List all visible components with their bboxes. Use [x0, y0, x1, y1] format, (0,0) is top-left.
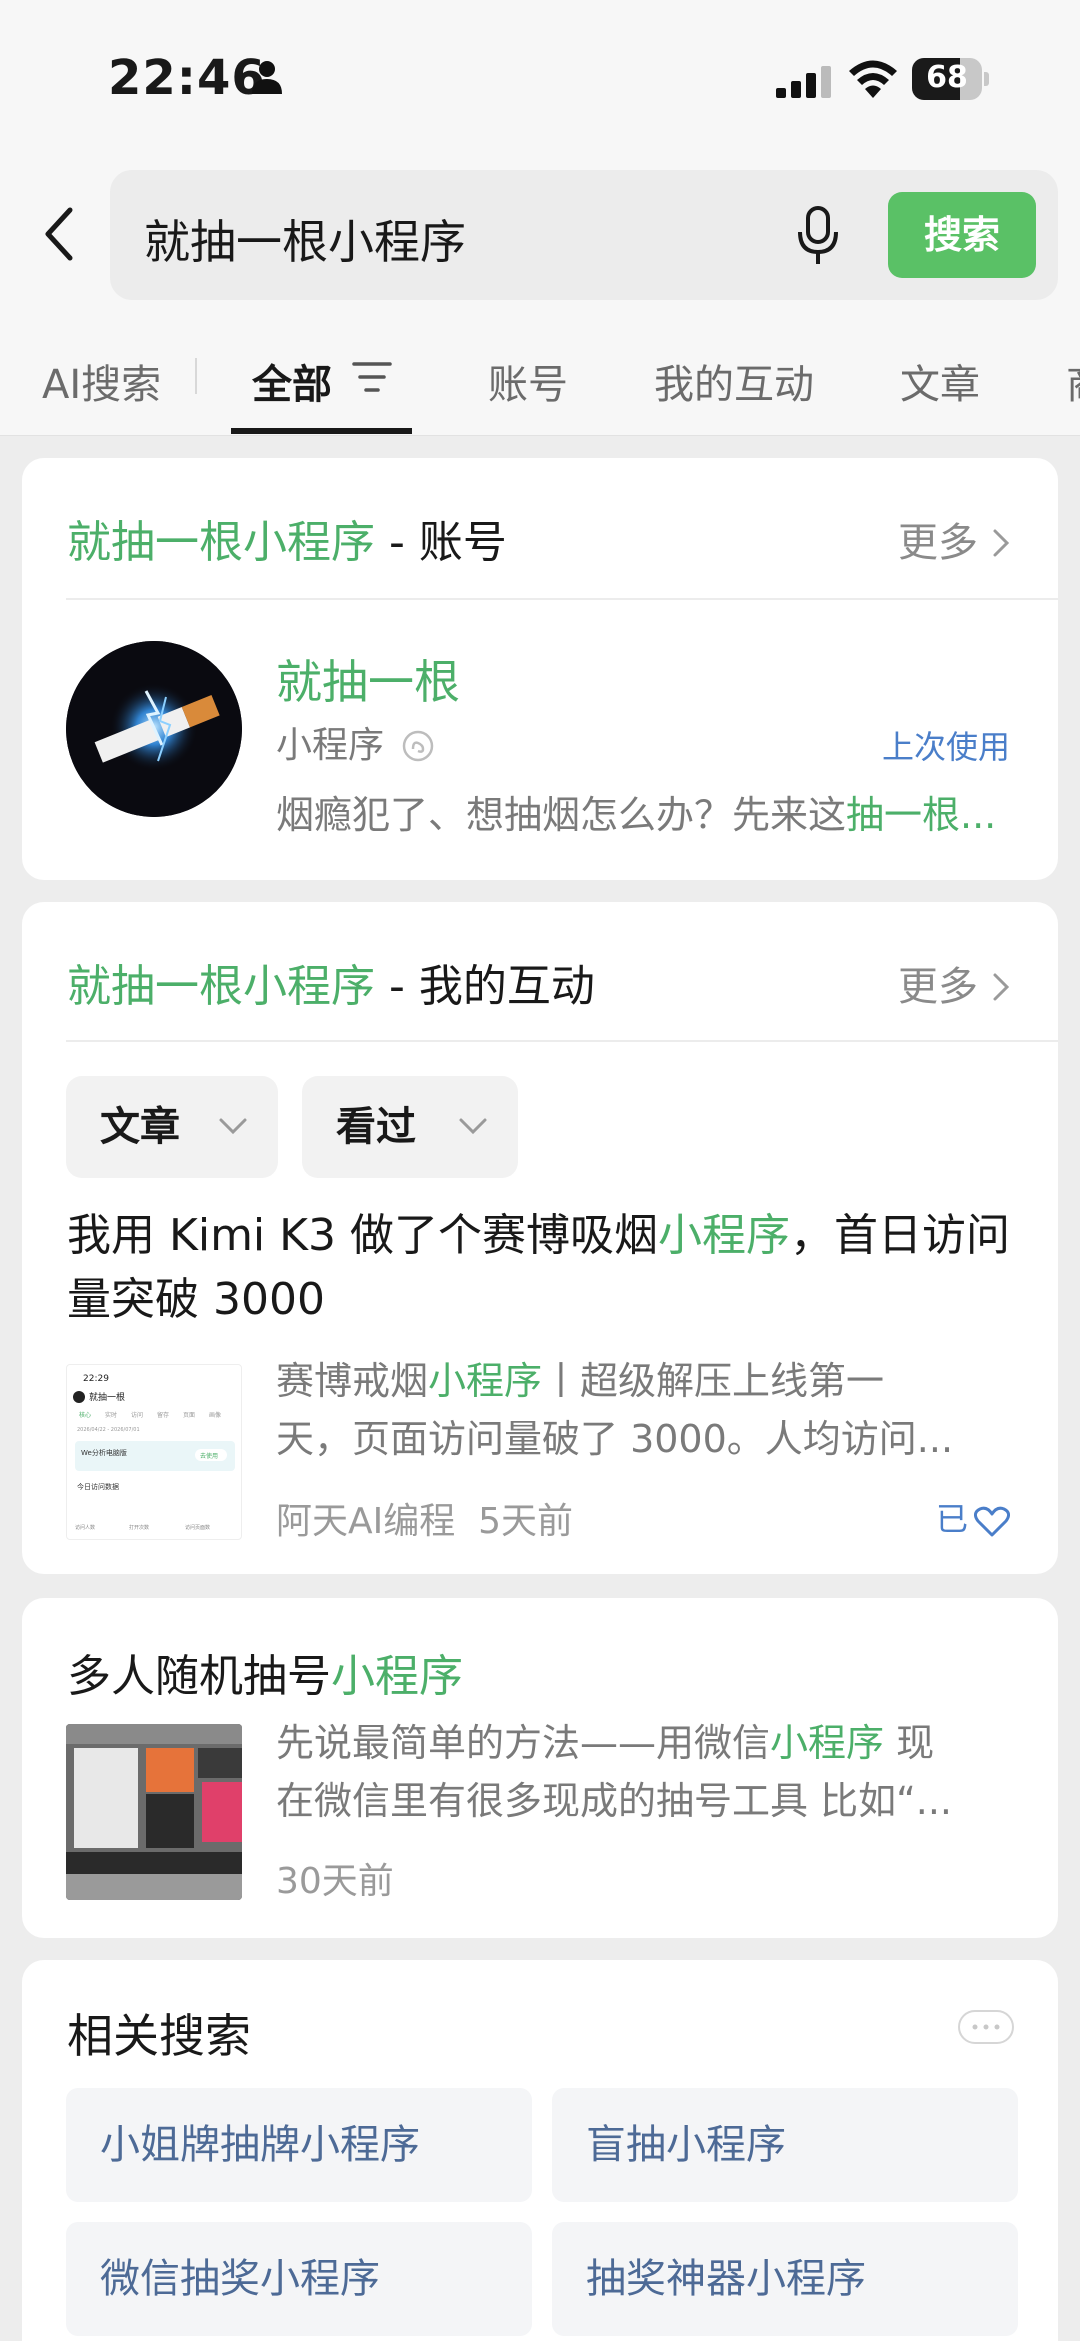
account-description: 烟瘾犯了、想抽烟怎么办？先来这抽一根...: [276, 793, 997, 837]
article-result-card[interactable]: 多人随机抽号小程序 先说最简单的方法——用微信小程序 现 在微信里有很多现成的抽…: [22, 1598, 1058, 1938]
filter-chip-viewed[interactable]: 看过: [302, 1076, 518, 1178]
more-link[interactable]: 更多: [898, 510, 1010, 568]
microphone-icon[interactable]: [796, 206, 840, 266]
chevron-down-icon: [219, 1118, 247, 1135]
article-source[interactable]: 阿天AI编程: [276, 1501, 455, 1542]
svg-text:访问人数: 访问人数: [75, 1524, 95, 1531]
article-time: 30天前: [276, 1861, 394, 1902]
status-time: 22:46: [108, 50, 266, 106]
search-input[interactable]: 就抽一根小程序 搜索: [110, 170, 1058, 300]
tab-accounts[interactable]: 账号: [488, 352, 568, 410]
section-title: 就抽一根小程序 - 账号: [67, 517, 507, 568]
search-query[interactable]: 就抽一根小程序: [144, 206, 466, 272]
svg-text:访问: 访问: [131, 1411, 143, 1419]
cellular-signal-icon: [776, 66, 831, 98]
tab-ai-search[interactable]: AI搜索: [42, 352, 161, 410]
tab-more-partial[interactable]: 商: [1066, 352, 1080, 410]
search-button[interactable]: 搜索: [888, 192, 1036, 278]
divider: [66, 1040, 1058, 1042]
person-icon: [252, 61, 282, 94]
article-meta: 阿天AI编程 5天前: [276, 1492, 573, 1544]
account-avatar[interactable]: [66, 641, 242, 817]
tab-all[interactable]: 全部: [252, 352, 332, 410]
back-arrow-icon[interactable]: [40, 204, 80, 264]
article-thumbnail[interactable]: [66, 1724, 242, 1900]
related-search-item[interactable]: 小姐牌抽牌小程序: [66, 2088, 532, 2202]
related-searches-title: 相关搜索: [67, 2009, 251, 2063]
filter-tabs: AI搜索 全部 账号 我的互动 文章 商: [0, 310, 1080, 436]
chevron-right-icon: [993, 973, 1010, 1001]
svg-text:画像: 画像: [209, 1411, 221, 1419]
section-title: 就抽一根小程序 - 我的互动: [67, 961, 595, 1012]
account-type: 小程序: [276, 716, 435, 768]
svg-text:2026/04/22 - 2026/07/01: 2026/04/22 - 2026/07/01: [77, 1427, 140, 1433]
svg-text:页面: 页面: [183, 1412, 195, 1419]
battery-indicator: 68: [912, 58, 990, 100]
svg-text:22:29: 22:29: [83, 1374, 109, 1384]
more-options-icon[interactable]: [958, 2010, 1014, 2044]
account-name[interactable]: 就抽一根: [276, 646, 460, 712]
related-search-item[interactable]: 盲抽小程序: [552, 2088, 1018, 2202]
svg-text:留存: 留存: [157, 1411, 169, 1419]
heart-icon: [973, 1506, 1011, 1537]
svg-text:今日访问数据: 今日访问数据: [77, 1482, 119, 1491]
mini-program-icon: [403, 730, 434, 762]
article-time: 5天前: [478, 1501, 574, 1542]
account-section-card: 就抽一根小程序 - 账号 更多 就抽一根 小程序 上次使用 烟瘾犯了、想抽烟怎么…: [22, 458, 1058, 880]
svg-text:核心: 核心: [79, 1411, 91, 1419]
svg-text:打开次数: 打开次数: [129, 1524, 149, 1531]
related-search-item[interactable]: 微信抽奖小程序: [66, 2222, 532, 2336]
filter-chip-article[interactable]: 文章: [66, 1076, 278, 1178]
battery-percent: 68: [926, 60, 968, 95]
related-searches-card: 相关搜索 小姐牌抽牌小程序 盲抽小程序 微信抽奖小程序 抽奖神器小程序: [22, 1960, 1058, 2341]
status-bar: 22:46 68: [0, 0, 1080, 160]
search-header: 就抽一根小程序 搜索: [0, 160, 1080, 310]
divider: [66, 598, 1058, 600]
tab-separator: [195, 358, 197, 394]
article-description: 赛博戒烟小程序丨超级解压上线第一 天，页面访问量破了 3000。人均访问...: [276, 1359, 954, 1461]
article-thumbnail[interactable]: 22:29 就抽一根 核心 实时 访问 留存 页面 画像 2026/04/22 …: [66, 1364, 242, 1540]
interaction-section-card: 就抽一根小程序 - 我的互动 更多 文章 看过 我用 Kimi K3 做了个赛博…: [22, 902, 1058, 1574]
article-title[interactable]: 多人随机抽号小程序: [67, 1640, 463, 1704]
svg-text:访问页面数: 访问页面数: [185, 1524, 210, 1531]
wifi-icon: [849, 60, 897, 98]
cigarette-logo-icon: [66, 641, 242, 817]
tab-my-interactions[interactable]: 我的互动: [654, 352, 814, 410]
liked-status[interactable]: 已: [936, 1494, 1011, 1540]
last-used-label: 上次使用: [881, 728, 1010, 766]
active-tab-indicator: [231, 428, 412, 434]
chevron-right-icon: [993, 529, 1010, 557]
more-link[interactable]: 更多: [898, 954, 1010, 1012]
article-description: 先说最简单的方法——用微信小程序 现 在微信里有很多现成的抽号工具 比如“...: [276, 1721, 953, 1823]
svg-text:实时: 实时: [105, 1411, 117, 1419]
article-title[interactable]: 我用 Kimi K3 做了个赛博吸烟小程序，首日访问量突破 3000: [67, 1204, 1027, 1332]
svg-text:We分析电脑版: We分析电脑版: [81, 1448, 127, 1457]
svg-text:就抽一根: 就抽一根: [89, 1391, 125, 1403]
filter-icon[interactable]: [352, 360, 392, 394]
related-search-item[interactable]: 抽奖神器小程序: [552, 2222, 1018, 2336]
svg-text:去使用: 去使用: [200, 1452, 218, 1460]
tab-articles[interactable]: 文章: [900, 352, 980, 410]
chevron-down-icon: [459, 1118, 487, 1135]
